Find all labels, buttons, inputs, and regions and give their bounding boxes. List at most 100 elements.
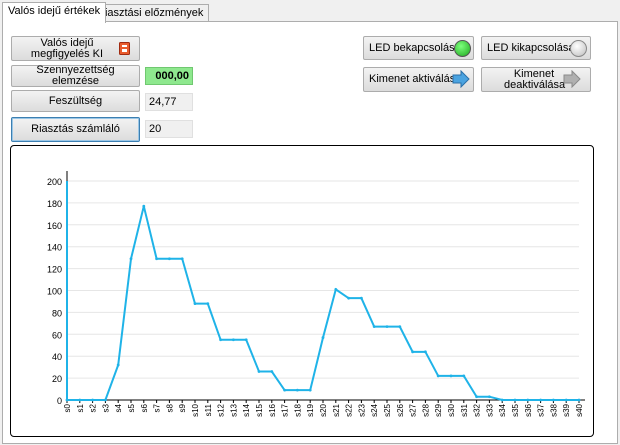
x-tick-label: s22 [345,403,354,416]
x-tick-label: s21 [332,403,341,416]
voltage-button[interactable]: Feszültség [11,90,140,112]
y-tick-label: 20 [52,374,62,384]
data-point [308,388,312,392]
alarm-counter-button[interactable]: Riasztás számláló [11,117,140,142]
data-point [436,374,440,378]
realtime-monitoring-button[interactable]: Valós idejű megfigyelés KI [11,36,140,61]
x-tick-label: s8 [165,403,174,412]
x-tick-label: s7 [153,403,162,412]
x-tick-label: s17 [281,403,290,416]
x-tick-label: s34 [498,403,507,416]
data-point [168,257,171,261]
data-point [321,336,325,339]
data-point [257,370,261,373]
x-tick-label: s25 [383,403,392,416]
led-off-indicator-icon [570,40,587,57]
tab-realtime-values[interactable]: Valós idejű értékek [2,2,107,23]
contamination-value: 000,00 [145,67,193,85]
x-tick-label: s11 [204,403,213,416]
x-tick-label: s0 [63,403,72,412]
y-tick-label: 180 [47,199,62,209]
data-point [193,302,197,306]
x-tick-label: s16 [268,403,277,416]
data-point [424,350,427,354]
x-tick-label: s38 [549,403,558,416]
data-point [539,398,542,402]
led-off-label: LED kikapcsolása [487,41,575,54]
data-point [104,398,107,402]
x-tick-label: s20 [319,403,328,416]
data-point [526,398,530,402]
data-point [232,338,235,342]
y-tick-label: 60 [52,330,62,340]
arrow-right-blue-icon [452,69,470,89]
output-activate-label: Kimenet aktiválása [369,73,462,85]
y-tick-label: 40 [52,352,62,362]
x-tick-label: s19 [306,403,315,416]
x-tick-label: s39 [562,403,571,416]
y-tick-label: 200 [47,177,62,187]
series-line [67,205,579,401]
x-tick-label: s9 [178,403,187,412]
x-tick-label: s28 [421,403,430,416]
x-tick-label: s3 [101,403,110,412]
realtime-monitoring-label: Valós idejű megfigyelés KI [30,36,104,60]
output-deactivate-label: Kimenet deaktiválása [504,67,566,91]
led-on-label: LED bekapcsolása [369,41,461,54]
x-tick-label: s35 [511,403,520,416]
data-point [270,370,274,373]
data-point [78,398,82,402]
x-tick-label: s40 [575,403,584,416]
y-tick-label: 100 [47,287,62,297]
data-point [475,395,478,399]
x-tick-label: s15 [255,403,264,416]
data-point [155,257,159,261]
x-tick-label: s18 [293,403,302,416]
data-point [91,398,94,402]
sensor-chart: 0 20 40 60 80 100 120 140 160 180 200 s0 s1 s2 s3 s4 s5 s… [10,145,594,437]
data-point [449,374,453,378]
data-point [360,296,363,300]
x-tick-label: s33 [485,403,494,416]
led-on-indicator-icon [454,40,471,57]
y-tick-label: 160 [47,221,62,231]
data-point [411,350,414,354]
data-point [116,363,120,367]
data-point [244,338,248,342]
data-point [372,325,376,329]
x-tick-label: s4 [114,403,123,412]
x-tick-label: s31 [460,403,469,416]
data-point [180,257,184,261]
data-point [488,395,491,399]
data-point [552,398,555,402]
data-point [513,398,517,402]
x-tick-label: s10 [191,403,200,416]
tab-alarm-history[interactable]: Riasztási előzmények [91,4,210,22]
x-tick-label: s30 [447,403,456,416]
data-point [142,204,146,208]
y-tick-label: 140 [47,243,62,253]
y-tick-label: 80 [52,308,62,318]
data-point [462,374,466,378]
x-tick-label: s24 [370,403,379,416]
power-off-icon [119,42,130,55]
x-tick-label: s36 [524,403,533,416]
y-tick-label: 0 [57,396,62,406]
data-point [219,338,223,342]
x-tick-label: s32 [473,403,482,416]
x-tick-label: s13 [229,403,238,416]
arrow-right-gray-icon [563,69,581,89]
data-point [398,325,402,329]
contamination-analysis-button[interactable]: Szennyezettség elemzése [11,65,140,87]
x-tick-label: s12 [217,403,226,416]
data-point [577,398,581,402]
data-point [500,398,504,402]
data-point [564,398,568,402]
data-point [385,325,389,329]
y-tick-label: 120 [47,265,62,275]
x-tick-label: s37 [537,403,546,416]
x-tick-label: s2 [89,403,98,412]
x-tick-label: s6 [140,403,149,412]
data-point [296,388,299,392]
x-tick-label: s27 [409,403,418,416]
